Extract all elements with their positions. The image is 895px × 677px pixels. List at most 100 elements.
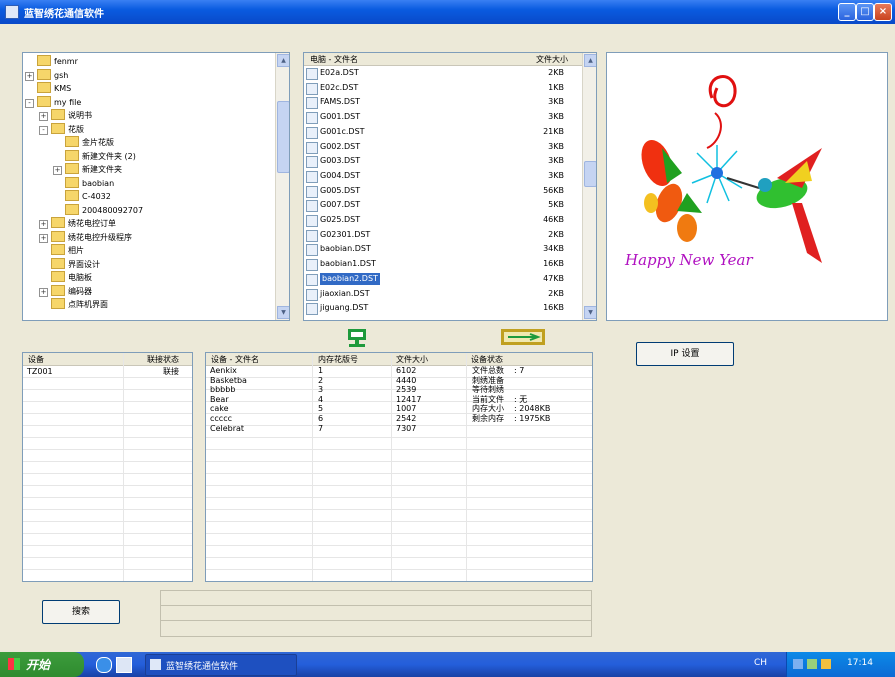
- header-memory-slot[interactable]: 内存花版号: [318, 354, 358, 365]
- tree-item[interactable]: - 花版: [39, 122, 84, 136]
- dst-file-icon: [306, 141, 318, 154]
- expand-icon[interactable]: +: [25, 71, 34, 81]
- device-file-row[interactable]: Bear 4 12417: [206, 395, 466, 405]
- file-row[interactable]: G004.DST 3KB: [304, 170, 584, 183]
- minimize-button[interactable]: _: [838, 3, 856, 21]
- scroll-down-arrow[interactable]: ▼: [584, 306, 596, 319]
- tree-item[interactable]: baobian: [65, 176, 114, 190]
- device-file-row[interactable]: cake 5 1007: [206, 404, 466, 414]
- expand-icon[interactable]: +: [39, 233, 48, 243]
- device-file-row[interactable]: bbbbb 3 2539: [206, 385, 466, 395]
- file-row[interactable]: G02301.DST 2KB: [304, 229, 584, 242]
- close-button[interactable]: ×: [874, 3, 892, 21]
- tree-item[interactable]: + 绣花电控升级程序: [39, 230, 132, 244]
- header-device[interactable]: 设备: [28, 354, 44, 365]
- file-row[interactable]: E02a.DST 2KB: [304, 67, 584, 80]
- quick-launch-browser-icon[interactable]: [96, 657, 112, 673]
- transfer-icon[interactable]: [500, 328, 546, 346]
- tree-item[interactable]: 相片: [51, 244, 84, 257]
- tree-item[interactable]: + 绣花电控订单: [39, 217, 116, 230]
- header-device-filename[interactable]: 设备 - 文件名: [211, 354, 259, 365]
- tree-item[interactable]: - my file: [25, 95, 82, 109]
- file-row[interactable]: G002.DST 3KB: [304, 141, 584, 154]
- header-filesize[interactable]: 文件大小: [536, 54, 568, 65]
- expand-icon[interactable]: +: [39, 220, 48, 229]
- device-list[interactable]: 设备 联接状态 TZ001 联接: [22, 352, 193, 582]
- tree-item[interactable]: 新建文件夹 (2): [65, 149, 136, 163]
- tree-scrollbar[interactable]: ▲ ▼: [275, 53, 289, 320]
- file-row[interactable]: baobian.DST 34KB: [304, 243, 584, 257]
- device-file-row[interactable]: Celebrat 7 7307: [206, 424, 466, 434]
- expand-icon[interactable]: +: [39, 287, 48, 297]
- device-file-row[interactable]: Basketba 2 4440: [206, 376, 466, 386]
- tree-item[interactable]: + 编码器: [39, 284, 92, 298]
- file-row[interactable]: baobian1.DST 16KB: [304, 258, 584, 272]
- file-row[interactable]: jiaoxian.DST 2KB: [304, 288, 584, 301]
- tree-item[interactable]: KMS: [37, 82, 72, 95]
- collapse-icon[interactable]: -: [39, 125, 48, 135]
- header-file-size[interactable]: 文件大小: [396, 354, 428, 365]
- tree-item[interactable]: + 新建文件夹: [53, 163, 122, 176]
- folder-icon: [65, 190, 79, 201]
- tree-item[interactable]: 电脑板: [51, 271, 92, 284]
- language-indicator[interactable]: CH: [754, 658, 767, 668]
- taskbar-app-button[interactable]: 蓝智绣花通信软件: [145, 654, 297, 676]
- file-size: 56KB: [543, 185, 564, 195]
- search-button[interactable]: 搜索: [42, 600, 120, 624]
- file-list-scrollbar[interactable]: ▲ ▼: [582, 53, 596, 320]
- file-row[interactable]: G005.DST 56KB: [304, 185, 584, 198]
- tree-item[interactable]: + gsh: [25, 68, 68, 82]
- tree-item[interactable]: 200480092707: [65, 203, 143, 217]
- file-row[interactable]: G001c.DST 21KB: [304, 126, 584, 139]
- header-connection-status[interactable]: 联接状态: [147, 354, 179, 365]
- start-button[interactable]: 开始: [0, 652, 84, 677]
- collapse-icon[interactable]: -: [25, 98, 34, 108]
- folder-tree[interactable]: fenmr + gsh KMS - my file + 说明书 - 花版 金片花版 新建文件夹 (2)…: [22, 52, 290, 321]
- grid-line: [206, 473, 592, 474]
- file-list[interactable]: 电脑 - 文件名 文件大小 E02a.DST 2KB E02c.DST 1KB FAMS…: [303, 52, 597, 321]
- device-file-list[interactable]: 设备 - 文件名 内存花版号 文件大小 设备状态 Aenkix 1 6102 Bask…: [205, 352, 593, 582]
- tray-network-icon[interactable]: [793, 659, 803, 669]
- expand-icon[interactable]: +: [53, 166, 62, 175]
- device-row[interactable]: TZ001 联接: [23, 366, 192, 378]
- scroll-thumb[interactable]: [277, 101, 289, 173]
- scroll-up-arrow[interactable]: ▲: [277, 54, 289, 67]
- file-row[interactable]: baobian2.DST 47KB: [304, 272, 584, 286]
- file-row[interactable]: jiguang.DST 16KB: [304, 302, 584, 316]
- tree-item[interactable]: + 说明书: [39, 109, 92, 122]
- tree-item[interactable]: 点阵机界面: [51, 298, 108, 311]
- scroll-thumb[interactable]: [584, 161, 596, 187]
- file-size: 3KB: [548, 170, 564, 180]
- quick-launch-desktop-icon[interactable]: [116, 657, 132, 673]
- file-size: 2KB: [548, 288, 564, 298]
- header-filename[interactable]: 电脑 - 文件名: [310, 54, 358, 65]
- file-row[interactable]: G003.DST 3KB: [304, 155, 584, 169]
- file-row[interactable]: G001.DST 3KB: [304, 111, 584, 125]
- tray-volume-icon[interactable]: [821, 659, 831, 669]
- tree-item-label: 新建文件夹: [82, 165, 122, 174]
- grid-line: [206, 461, 592, 462]
- file-row[interactable]: G007.DST 5KB: [304, 199, 584, 213]
- tree-item[interactable]: fenmr: [37, 55, 78, 68]
- scroll-up-arrow[interactable]: ▲: [584, 54, 596, 67]
- tree-item[interactable]: 界面设计: [51, 257, 100, 271]
- device-file-size: 12417: [396, 394, 422, 404]
- maximize-button[interactable]: □: [856, 3, 874, 21]
- expand-icon[interactable]: +: [39, 112, 48, 121]
- tree-item[interactable]: 金片花版: [65, 136, 114, 149]
- file-row[interactable]: G025.DST 46KB: [304, 214, 584, 227]
- device-file-row[interactable]: ccccc 6 2542: [206, 414, 466, 424]
- header-device-status[interactable]: 设备状态: [471, 354, 503, 365]
- file-row[interactable]: E02c.DST 1KB: [304, 82, 584, 95]
- device-file-row[interactable]: Aenkix 1 6102: [206, 366, 466, 376]
- download-to-device-icon[interactable]: [346, 327, 368, 347]
- tree-item-label: my file: [54, 97, 82, 107]
- file-row[interactable]: FAMS.DST 3KB: [304, 96, 584, 110]
- folder-icon: [65, 136, 79, 147]
- tree-item-label: KMS: [54, 84, 72, 93]
- tray-antivirus-icon[interactable]: [807, 659, 817, 669]
- ip-settings-button[interactable]: IP 设置: [636, 342, 734, 366]
- scroll-down-arrow[interactable]: ▼: [277, 306, 289, 319]
- grid-line: [23, 521, 192, 522]
- tree-item[interactable]: C-4032: [65, 190, 111, 203]
